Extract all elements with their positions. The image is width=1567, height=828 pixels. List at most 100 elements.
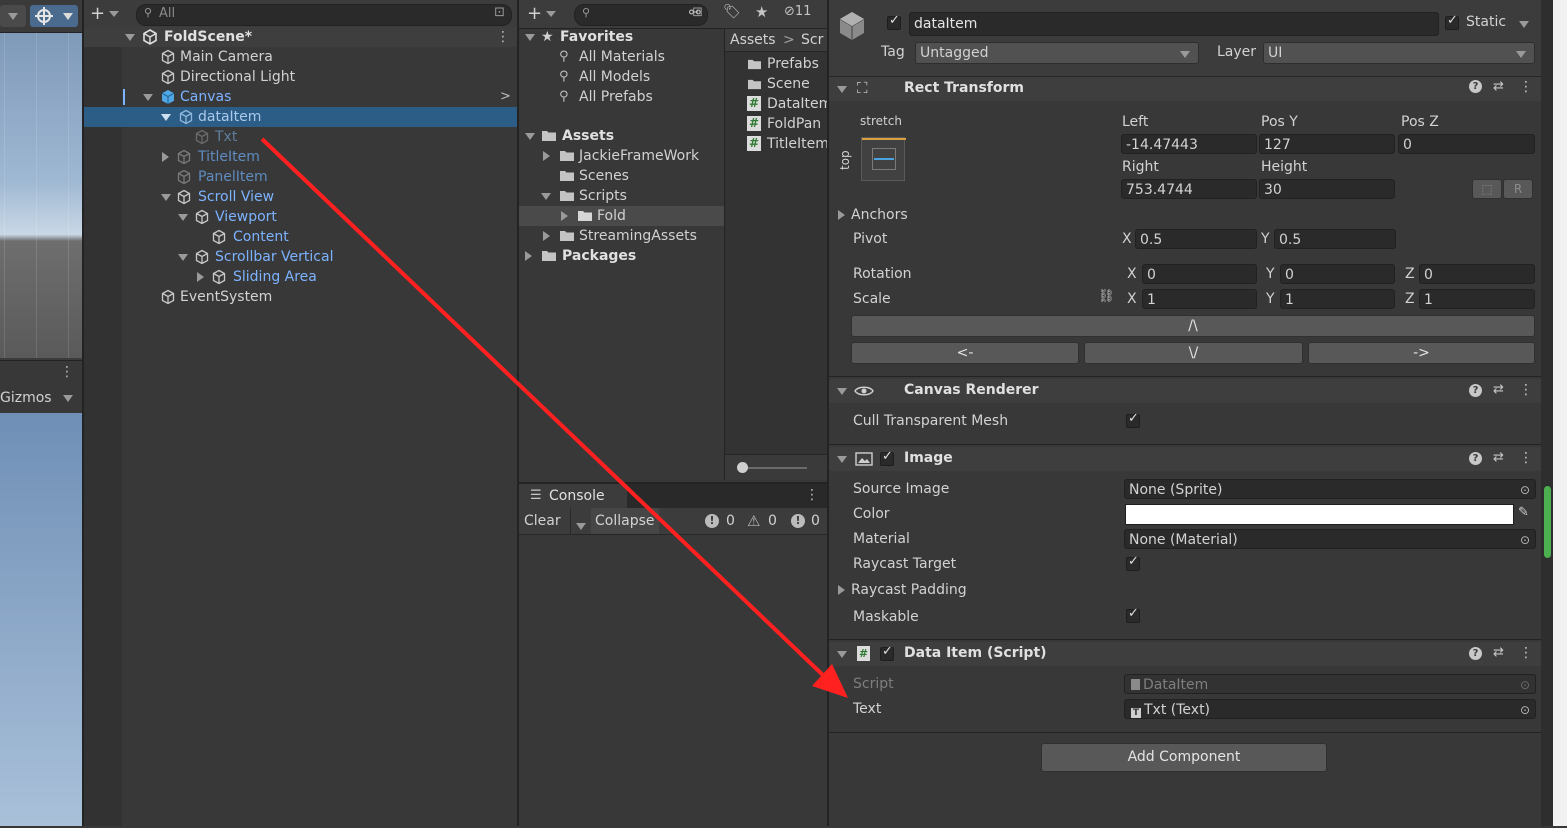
hierarchy-item[interactable]: Txt bbox=[84, 127, 517, 147]
gizmos-button[interactable]: Gizmos bbox=[0, 388, 52, 408]
help-icon[interactable]: ? bbox=[1469, 452, 1482, 465]
source-image-field[interactable]: None (Sprite) ⊙ bbox=[1124, 479, 1536, 499]
file-item[interactable]: Scene bbox=[725, 74, 827, 94]
warning-icon[interactable]: ⚠ bbox=[747, 508, 760, 534]
folder-item-selected[interactable]: Fold bbox=[519, 206, 724, 226]
blueprint-mode-button[interactable]: ⬚ bbox=[1472, 179, 1502, 199]
scene-view[interactable]: ⋮ Gizmos bbox=[0, 0, 82, 826]
layer-dropdown[interactable]: UI bbox=[1263, 42, 1535, 64]
anchor-presets-button[interactable] bbox=[861, 137, 906, 181]
hidden-packages-icon[interactable]: ⊘11 bbox=[784, 4, 811, 19]
rot-z-field[interactable]: 0 bbox=[1419, 264, 1535, 284]
anchors-foldout[interactable]: Anchors bbox=[838, 205, 908, 225]
preset-icon[interactable]: ⇄ bbox=[1493, 382, 1504, 397]
clear-options-dropdown[interactable] bbox=[570, 508, 591, 534]
hierarchy-search-input[interactable]: ⚲ All ⊡ bbox=[136, 4, 512, 26]
folder-item[interactable]: Scenes bbox=[519, 166, 724, 186]
folder-item[interactable]: StreamingAssets bbox=[519, 226, 724, 246]
scene-menu-icon[interactable]: ⋮ bbox=[496, 27, 510, 47]
rot-y-field[interactable]: 0 bbox=[1280, 264, 1395, 284]
hierarchy-item[interactable]: Viewport bbox=[84, 207, 517, 227]
tag-dropdown[interactable]: Untagged bbox=[915, 42, 1199, 64]
hierarchy-item-selected[interactable]: dataItem bbox=[84, 107, 517, 127]
component-menu-icon[interactable]: ⋮ bbox=[1519, 450, 1533, 466]
preset-icon[interactable]: ⇄ bbox=[1493, 79, 1504, 94]
console-tab[interactable]: ☰ Console bbox=[519, 484, 627, 508]
hierarchy-item[interactable]: TitleItem bbox=[84, 147, 517, 167]
project-create-button[interactable]: + bbox=[527, 3, 557, 24]
chevron-right-icon[interactable]: > bbox=[500, 87, 511, 107]
project-search-input[interactable]: ⚲ ⊡ bbox=[574, 4, 708, 26]
move-left-button[interactable]: <- bbox=[851, 342, 1079, 364]
hierarchy-item[interactable]: Scrollbar Vertical bbox=[84, 247, 517, 267]
more-menu-icon[interactable]: ⋮ bbox=[60, 364, 74, 380]
create-button[interactable]: + bbox=[90, 3, 120, 24]
pivot-y-field[interactable]: 0.5 bbox=[1274, 229, 1396, 249]
breadcrumb-item[interactable]: Assets bbox=[730, 29, 776, 51]
hierarchy-item[interactable]: PanelItem bbox=[84, 167, 517, 187]
raw-edit-button[interactable]: R bbox=[1503, 179, 1533, 199]
active-checkbox[interactable] bbox=[887, 13, 901, 30]
favorite-item[interactable]: ⚲ All Prefabs bbox=[519, 87, 724, 107]
zoom-slider-track[interactable] bbox=[739, 467, 807, 469]
height-field[interactable]: 30 bbox=[1259, 179, 1395, 199]
data-item-header[interactable]: # Data Item (Script) ? ⇄ ⋮ bbox=[829, 642, 1541, 666]
type-filter-icon[interactable]: ⚯ bbox=[689, 5, 701, 21]
search-filter-icon[interactable]: ⊡ bbox=[494, 5, 505, 20]
add-component-button[interactable]: Add Component bbox=[1041, 743, 1327, 772]
move-down-button[interactable]: \/ bbox=[1084, 342, 1303, 364]
component-menu-icon[interactable]: ⋮ bbox=[1519, 79, 1533, 95]
hierarchy-item[interactable]: Scroll View bbox=[84, 187, 517, 207]
help-icon[interactable]: ? bbox=[1469, 384, 1482, 397]
preset-icon[interactable]: ⇄ bbox=[1493, 450, 1504, 465]
pivot-x-field[interactable]: 0.5 bbox=[1135, 229, 1257, 249]
maskable-checkbox[interactable] bbox=[1126, 606, 1140, 623]
posy-field[interactable]: 127 bbox=[1259, 134, 1395, 154]
component-menu-icon[interactable]: ⋮ bbox=[1519, 382, 1533, 398]
info-icon[interactable]: ! bbox=[705, 514, 719, 528]
help-icon[interactable]: ? bbox=[1469, 80, 1482, 93]
raycast-target-checkbox[interactable] bbox=[1126, 554, 1140, 571]
label-filter-icon[interactable]: 🏷︎ bbox=[723, 4, 741, 20]
constrain-link-icon[interactable]: ⛓ bbox=[1098, 289, 1115, 304]
object-name-field[interactable]: dataItem bbox=[909, 12, 1439, 36]
color-swatch[interactable] bbox=[1125, 504, 1514, 525]
raycast-padding-foldout[interactable]: Raycast Padding bbox=[838, 580, 967, 600]
scale-z-field[interactable]: 1 bbox=[1419, 289, 1535, 309]
canvas-renderer-header[interactable]: Canvas Renderer ? ⇄ ⋮ bbox=[829, 379, 1541, 403]
right-field[interactable]: 753.4744 bbox=[1121, 179, 1257, 199]
hierarchy-item[interactable]: EventSystem bbox=[84, 287, 517, 307]
console-menu-icon[interactable]: ⋮ bbox=[805, 487, 819, 503]
scale-y-field[interactable]: 1 bbox=[1280, 289, 1395, 309]
scrollbar-thumb[interactable] bbox=[1544, 486, 1551, 558]
hierarchy-item[interactable]: Content bbox=[84, 227, 517, 247]
hierarchy-item[interactable]: Sliding Area bbox=[84, 267, 517, 287]
favorite-item[interactable]: ⚲ All Models bbox=[519, 67, 724, 87]
static-checkbox[interactable] bbox=[1445, 13, 1459, 30]
object-picker-icon[interactable]: ⊙ bbox=[1520, 700, 1530, 718]
clear-button[interactable]: Clear bbox=[524, 508, 561, 534]
error-icon[interactable]: ! bbox=[791, 514, 805, 528]
file-item[interactable]: # DataItem bbox=[725, 94, 827, 114]
folder-item[interactable]: Scripts bbox=[519, 186, 724, 206]
text-reference-field[interactable]: T Txt (Text) ⊙ bbox=[1124, 699, 1536, 719]
preset-icon[interactable]: ⇄ bbox=[1493, 645, 1504, 660]
static-dropdown[interactable] bbox=[1519, 14, 1535, 32]
rect-transform-header[interactable]: ⛶ Rect Transform ? ⇄ ⋮ bbox=[829, 77, 1541, 101]
favorite-star-icon[interactable]: ★ bbox=[755, 3, 768, 21]
favorites-header[interactable]: ★ Favorites bbox=[519, 27, 724, 47]
favorite-item[interactable]: ⚲ All Materials bbox=[519, 47, 724, 67]
packages-header[interactable]: Packages bbox=[519, 246, 724, 266]
scale-x-field[interactable]: 1 bbox=[1142, 289, 1257, 309]
hierarchy-item[interactable]: Directional Light bbox=[84, 67, 517, 87]
rot-x-field[interactable]: 0 bbox=[1142, 264, 1257, 284]
help-icon[interactable]: ? bbox=[1469, 647, 1482, 660]
move-up-button[interactable]: /\ bbox=[851, 315, 1535, 337]
eyedropper-icon[interactable]: ✎ bbox=[1518, 505, 1529, 520]
file-item[interactable]: # FoldPan bbox=[725, 114, 827, 134]
object-picker-icon[interactable]: ⊙ bbox=[1520, 530, 1530, 548]
inspector-scrollbar[interactable] bbox=[1541, 0, 1553, 826]
file-item[interactable]: # TitleItem bbox=[725, 134, 827, 154]
image-enabled-checkbox[interactable] bbox=[880, 449, 894, 466]
file-item[interactable]: Prefabs bbox=[725, 54, 827, 74]
